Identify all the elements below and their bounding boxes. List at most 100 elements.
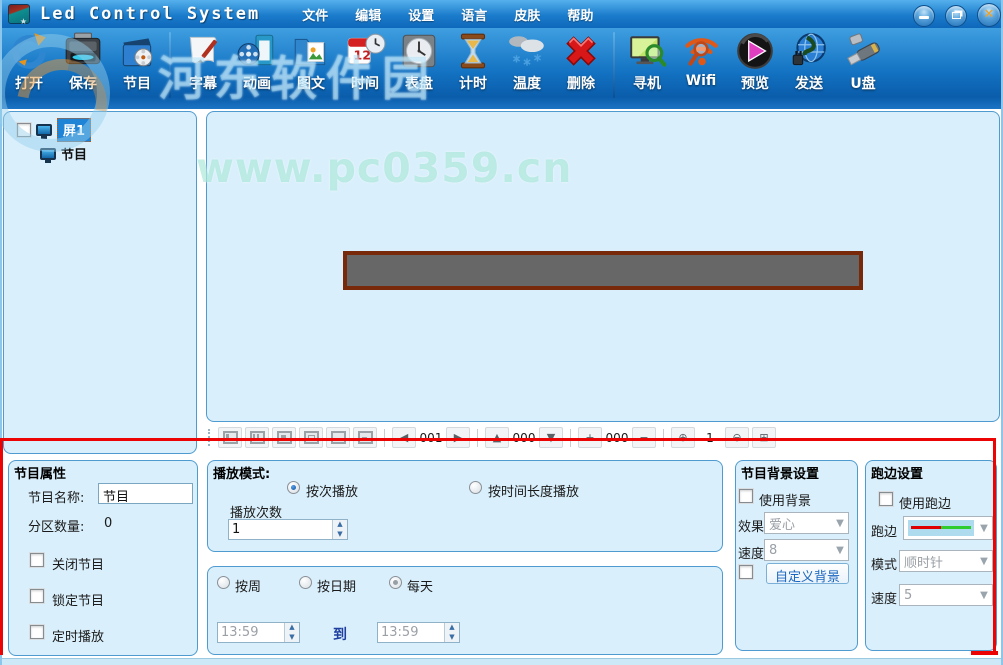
timed-play-label: 定时播放 (52, 626, 104, 645)
fit-view-button[interactable]: ⊞ (752, 427, 776, 448)
menu-edit[interactable]: 编辑 (355, 5, 381, 24)
clock-dial-icon (398, 30, 440, 72)
spinner-arrows[interactable]: ▲▼ (444, 623, 459, 642)
restore-button[interactable] (945, 5, 967, 27)
border-style-dropdown[interactable]: ▼ (903, 516, 993, 540)
bg-speed-dropdown[interactable]: 8 ▼ (764, 539, 849, 561)
menu-help[interactable]: 帮助 (567, 5, 593, 24)
page-number: 001 (419, 431, 443, 445)
first-page-button[interactable]: ◀ (392, 427, 416, 448)
last-page-button[interactable]: ▶ (446, 427, 470, 448)
screen-icon (36, 124, 52, 136)
tree-item-program[interactable]: 节目 (40, 144, 87, 163)
save-icon (62, 30, 104, 72)
play-count-spinner[interactable]: 1 ▲▼ (228, 519, 348, 540)
annotation-highlight-corner (971, 651, 998, 655)
toolbar-animation-button[interactable]: 动画 (231, 30, 283, 93)
custom-background-checkbox[interactable] (739, 565, 753, 579)
program-name-input[interactable]: 节目 (98, 483, 193, 504)
align-left-button[interactable] (218, 427, 242, 448)
spinner-arrows[interactable]: ▲▼ (284, 623, 299, 642)
chevron-down-icon: ▼ (976, 590, 992, 601)
spinner-arrows[interactable]: ▲▼ (332, 520, 347, 539)
toolbar-wifi-button[interactable]: Wifi (675, 30, 727, 89)
zoom-in-button[interactable]: ⊕ (671, 427, 695, 448)
tree-item-screen1[interactable]: 屏1 (17, 118, 91, 142)
custom-background-button[interactable]: 自定义背景 (766, 563, 849, 584)
toolbar-timer-button[interactable]: 计时 (447, 30, 499, 93)
close-button[interactable]: ✕ (977, 3, 1001, 27)
effect-dropdown[interactable]: 爱心 ▼ (764, 512, 849, 534)
toolbar-save-button[interactable]: 保存 (57, 30, 109, 93)
toolbar-send-button[interactable]: 发送 (783, 30, 835, 93)
toolbar-program-button[interactable]: 节目 (111, 30, 163, 93)
menu-file[interactable]: 文件 (302, 5, 328, 24)
use-border-checkbox[interactable] (879, 492, 893, 506)
spin-down-icon[interactable]: ▼ (333, 530, 347, 540)
align-center-button[interactable] (272, 427, 296, 448)
chevron-down-icon: ▼ (832, 518, 848, 529)
toolbar-temperature-button[interactable]: 温度 (501, 30, 553, 93)
time-from-value[interactable]: 13:59 (218, 623, 284, 642)
spin-down-icon[interactable]: ▼ (445, 633, 459, 643)
toolbar-open-button[interactable]: 打开 (3, 30, 55, 93)
align-fill-button[interactable] (299, 427, 323, 448)
spin-down-icon[interactable]: ▼ (285, 633, 299, 643)
move-down-button[interactable]: ▼ (539, 427, 563, 448)
align-columns-button[interactable] (245, 427, 269, 448)
play-by-duration-radio[interactable] (469, 481, 482, 494)
move-up-button[interactable]: ▲ (485, 427, 509, 448)
toolbar-time-button[interactable]: 12 时间 (339, 30, 391, 93)
background-settings-title: 节目背景设置 (741, 463, 819, 482)
toolbar-grip-handle[interactable] (208, 429, 212, 446)
menu-language[interactable]: 语言 (461, 5, 487, 24)
add-value: 000 (605, 431, 629, 445)
by-week-radio[interactable] (217, 576, 230, 589)
border-speed-label: 速度 (871, 588, 897, 607)
add-button[interactable]: + (578, 427, 602, 448)
toolbar-image-text-button[interactable]: 图文 (285, 30, 337, 93)
menu-settings[interactable]: 设置 (408, 5, 434, 24)
move-up-icon: ▲ (493, 431, 501, 444)
delete-icon (560, 30, 602, 72)
toolbar-subtitle-button[interactable]: 字幕 (177, 30, 229, 93)
play-by-count-radio[interactable] (287, 481, 300, 494)
titlebar: Led Control System 文件 编辑 设置 语言 皮肤 帮助 ✕ (0, 0, 1003, 28)
toolbar-preview-button[interactable]: 预览 (729, 30, 781, 93)
by-date-radio[interactable] (299, 576, 312, 589)
spin-up-icon[interactable]: ▲ (285, 623, 299, 633)
border-mode-label: 模式 (871, 554, 897, 573)
tree-item-program-label[interactable]: 节目 (61, 144, 87, 163)
time-to-value[interactable]: 13:59 (378, 623, 444, 642)
border-mode-dropdown[interactable]: 顺时针 ▼ (899, 550, 993, 572)
toolbar-usb-button[interactable]: U盘 (837, 30, 889, 93)
close-program-checkbox[interactable] (30, 553, 44, 567)
daily-radio[interactable] (389, 576, 402, 589)
spin-up-icon[interactable]: ▲ (333, 520, 347, 530)
time-from-spinner[interactable]: 13:59 ▲▼ (217, 622, 300, 643)
align-bottom-button[interactable] (326, 427, 350, 448)
canvas-program-region[interactable] (343, 251, 863, 290)
time-to-spinner[interactable]: 13:59 ▲▼ (377, 622, 460, 643)
minimize-button[interactable] (913, 5, 935, 27)
align-bottom-center-button[interactable] (353, 427, 377, 448)
timed-play-checkbox[interactable] (30, 625, 44, 639)
daily-label: 每天 (407, 576, 433, 595)
use-background-checkbox[interactable] (739, 489, 753, 503)
remove-button[interactable]: − (632, 427, 656, 448)
screen1-checkbox[interactable] (17, 123, 31, 137)
toolbar-find-device-button[interactable]: 寻机 (621, 30, 673, 93)
usb-icon (842, 30, 884, 72)
temperature-icon (506, 30, 548, 72)
menu-skin[interactable]: 皮肤 (514, 5, 540, 24)
lock-program-checkbox[interactable] (30, 589, 44, 603)
zoom-out-button[interactable]: ⊖ (725, 427, 749, 448)
play-count-value[interactable]: 1 (229, 520, 332, 539)
canvas-toolbar: ◀ 001 ▶ ▲ 000 ▼ + 000 − ⊕ 1 ⊖ ⊞ (208, 425, 998, 450)
effect-label: 效果 (738, 516, 764, 535)
toolbar-delete-button[interactable]: 删除 (555, 30, 607, 93)
tree-item-screen1-label[interactable]: 屏1 (57, 118, 91, 142)
border-speed-dropdown[interactable]: 5 ▼ (899, 584, 993, 606)
toolbar-clock-dial-button[interactable]: 表盘 (393, 30, 445, 93)
spin-up-icon[interactable]: ▲ (445, 623, 459, 633)
